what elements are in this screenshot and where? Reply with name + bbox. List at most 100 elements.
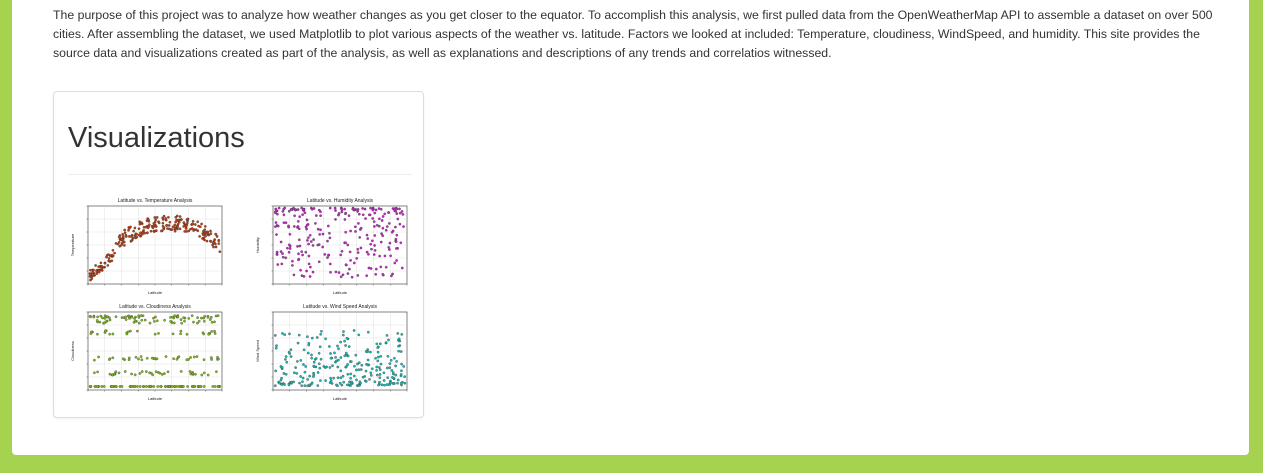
scatter-point	[340, 383, 344, 387]
scatter-point	[284, 256, 288, 260]
scatter-point	[394, 225, 397, 229]
scatter-point	[129, 385, 133, 388]
scatter-point	[143, 231, 147, 235]
scatter-point	[120, 243, 123, 247]
x-axis-label: Latitude	[333, 290, 348, 295]
scatter-point	[371, 217, 375, 220]
scatter-point	[161, 216, 164, 220]
scatter-point	[339, 253, 343, 257]
thumbnail-humidity[interactable]: Latitude vs. Humidity Analysis Latitude Hu…	[253, 196, 413, 296]
scatter-point	[340, 249, 344, 253]
scatter-point	[303, 211, 307, 215]
scatter-point	[390, 274, 393, 278]
scatter-point	[375, 373, 379, 377]
scatter-point	[187, 317, 191, 320]
scatter-point	[395, 233, 399, 237]
scatter-point	[391, 376, 394, 379]
scatter-point	[387, 222, 391, 225]
scatter-point	[304, 250, 308, 254]
scatter-point	[389, 254, 392, 258]
scatter-point	[400, 266, 404, 270]
scatter-point	[137, 233, 141, 237]
thumbnail-wind-speed[interactable]: Latitude vs. Wind Speed Analysis Latitude…	[253, 302, 413, 402]
scatter-point	[366, 358, 370, 362]
scatter-point	[394, 364, 397, 368]
scatter-point	[339, 275, 343, 279]
scatter-point	[293, 214, 296, 218]
scatter-point	[196, 316, 199, 320]
scatter-point	[163, 318, 166, 322]
scatter-point	[182, 225, 186, 228]
scatter-point	[216, 355, 219, 359]
scatter-point	[176, 225, 179, 229]
scatter-point	[127, 356, 131, 360]
scatter-point	[168, 220, 172, 224]
scatter-point	[351, 207, 355, 211]
scatter-point	[400, 333, 404, 336]
scatter-point	[379, 354, 383, 358]
scatter-point	[202, 358, 206, 362]
scatter-point	[319, 379, 322, 382]
scatter-point	[302, 363, 305, 366]
scatter-point	[361, 207, 364, 210]
scatter-point	[164, 385, 167, 388]
visualizations-panel: Visualizations Latitude vs. Temperature …	[53, 91, 424, 418]
scatter-point	[179, 370, 183, 373]
scatter-point	[402, 365, 406, 368]
scatter-point	[354, 230, 357, 233]
scatter-point	[398, 207, 401, 211]
thumbnail-cloudiness[interactable]: Latitude vs. Cloudiness Analysis Latitude…	[68, 302, 228, 402]
scatter-point	[308, 233, 312, 237]
scatter-point	[288, 232, 292, 236]
scatter-point	[214, 245, 218, 249]
scatter-point	[110, 385, 114, 388]
thumbnail-temperature[interactable]: Latitude vs. Temperature Analysis Latitud…	[68, 196, 228, 296]
scatter-point	[201, 237, 204, 240]
scatter-point	[368, 378, 371, 381]
scatter-point	[346, 383, 349, 387]
scatter-point	[134, 236, 138, 240]
y-axis-label: Cloudiness	[70, 341, 75, 361]
scatter-point	[364, 369, 368, 373]
scatter-point	[138, 385, 142, 388]
scatter-point	[365, 274, 369, 278]
scatter-point	[373, 234, 377, 237]
scatter-point	[201, 331, 205, 335]
scatter-point	[289, 380, 293, 384]
scatter-point	[178, 215, 182, 218]
scatter-point	[401, 213, 405, 216]
scatter-point	[312, 360, 316, 364]
scatter-point	[374, 267, 378, 271]
scatter-point	[157, 221, 161, 225]
scatter-point	[332, 376, 336, 380]
scatter-point	[114, 242, 118, 245]
scatter-point	[149, 385, 152, 388]
scatter-point	[129, 225, 132, 229]
scatter-point	[304, 365, 308, 368]
scatter-point	[154, 229, 158, 233]
scatter-point	[197, 224, 200, 228]
scatter-point	[367, 252, 370, 256]
scatter-point	[321, 245, 325, 249]
scatter-point	[395, 259, 398, 262]
scatter-point	[337, 347, 340, 351]
scatter-point	[348, 267, 351, 271]
scatter-point	[375, 365, 379, 369]
scatter-point	[161, 224, 165, 228]
scatter-point	[210, 330, 213, 333]
scatter-point	[274, 369, 278, 373]
scatter-point	[373, 225, 376, 228]
scatter-point	[366, 363, 370, 367]
scatter-point	[334, 270, 338, 274]
scatter-point	[310, 381, 314, 385]
scatter-point	[399, 241, 403, 245]
scatter-point	[374, 208, 378, 212]
scatter-point	[292, 225, 296, 228]
scatter-point	[310, 353, 313, 357]
scatter-point	[321, 232, 325, 236]
scatter-point	[139, 314, 143, 317]
scatter-point	[142, 385, 145, 388]
scatter-point	[353, 364, 356, 368]
scatter-point	[153, 332, 157, 336]
scatter-point	[173, 314, 177, 318]
